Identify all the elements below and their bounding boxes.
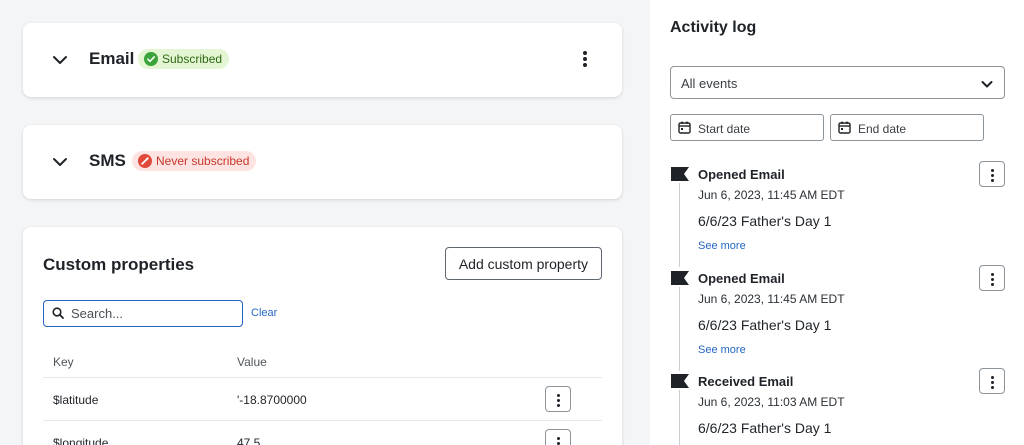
event-campaign: 6/6/23 Father's Day 1 (698, 317, 832, 333)
event-campaign: 6/6/23 Father's Day 1 (698, 420, 832, 436)
row-options-button[interactable] (545, 386, 571, 412)
chevron-down-icon (981, 81, 993, 88)
channel-title: Email (89, 49, 135, 68)
custom-properties-card: Custom properties Add custom property Cl… (23, 227, 622, 445)
event-time: Jun 6, 2023, 11:45 AM EDT (698, 188, 845, 202)
end-date-placeholder: End date (858, 122, 907, 136)
channel-title: SMS (89, 151, 126, 170)
timeline-line (679, 390, 680, 445)
badge-label: Subscribed (162, 52, 223, 66)
property-value: '-18.8700000 (237, 393, 307, 407)
chevron-down-icon[interactable] (51, 153, 69, 171)
event-options-button[interactable] (979, 265, 1005, 291)
event-campaign: 6/6/23 Father's Day 1 (698, 213, 832, 229)
event-options-button[interactable] (979, 161, 1005, 187)
property-key: $longitude (53, 436, 109, 445)
event-filter-value: All events (681, 76, 738, 91)
row-options-button[interactable] (545, 429, 571, 445)
activity-event: Opened Email Jun 6, 2023, 11:45 AM EDT 6… (670, 161, 1010, 267)
email-channel-card: Email Subscribed (23, 23, 622, 97)
section-title: Custom properties (43, 255, 195, 274)
event-options-button[interactable] (979, 368, 1005, 394)
start-date-placeholder: Start date (698, 122, 751, 136)
chevron-down-icon[interactable] (51, 51, 69, 69)
see-more-link[interactable]: See more (698, 344, 746, 356)
sms-channel-card: SMS Never subscribed (23, 125, 622, 199)
search-icon (52, 307, 64, 319)
table-row: $longitude 47.5 (43, 420, 602, 445)
clear-link[interactable]: Clear (251, 307, 277, 319)
activity-log-panel: Activity log All events Start date End d… (650, 0, 1024, 445)
subscription-status-badge: Subscribed (138, 49, 230, 69)
property-key: $latitude (53, 393, 99, 407)
column-header-key: Key (53, 355, 74, 369)
event-name: Opened Email (698, 167, 785, 182)
activity-event: Opened Email Jun 6, 2023, 11:45 AM EDT 6… (670, 265, 1010, 371)
subscription-status-badge: Never subscribed (132, 151, 257, 171)
flag-icon (671, 167, 689, 181)
badge-label: Never subscribed (156, 154, 250, 168)
search-input[interactable] (71, 304, 237, 323)
flag-icon (671, 374, 689, 388)
column-header-value: Value (237, 355, 267, 369)
table-row: $latitude '-18.8700000 (43, 377, 602, 420)
event-time: Jun 6, 2023, 11:45 AM EDT (698, 292, 845, 306)
end-date-field[interactable]: End date (830, 114, 984, 141)
event-filter-select[interactable]: All events (670, 66, 1005, 99)
property-value: 47.5 (237, 436, 261, 445)
no-entry-icon (138, 154, 152, 168)
see-more-link[interactable]: See more (698, 240, 746, 252)
timeline-line (679, 287, 680, 371)
activity-log-title: Activity log (670, 19, 757, 36)
event-name: Received Email (698, 374, 794, 389)
flag-icon (671, 271, 689, 285)
search-box (43, 300, 243, 327)
profile-main-panel: Email Subscribed SMS Never subscribed Cu… (0, 0, 650, 445)
activity-event: Received Email Jun 6, 2023, 11:03 AM EDT… (670, 368, 1010, 445)
event-time: Jun 6, 2023, 11:03 AM EDT (698, 395, 845, 409)
add-custom-property-button[interactable]: Add custom property (444, 247, 602, 280)
timeline-line (679, 183, 680, 267)
calendar-icon (838, 121, 851, 134)
start-date-field[interactable]: Start date (670, 114, 824, 141)
more-options-icon[interactable] (580, 51, 590, 69)
check-circle-icon (144, 52, 158, 66)
calendar-icon (678, 121, 691, 134)
event-name: Opened Email (698, 271, 785, 286)
